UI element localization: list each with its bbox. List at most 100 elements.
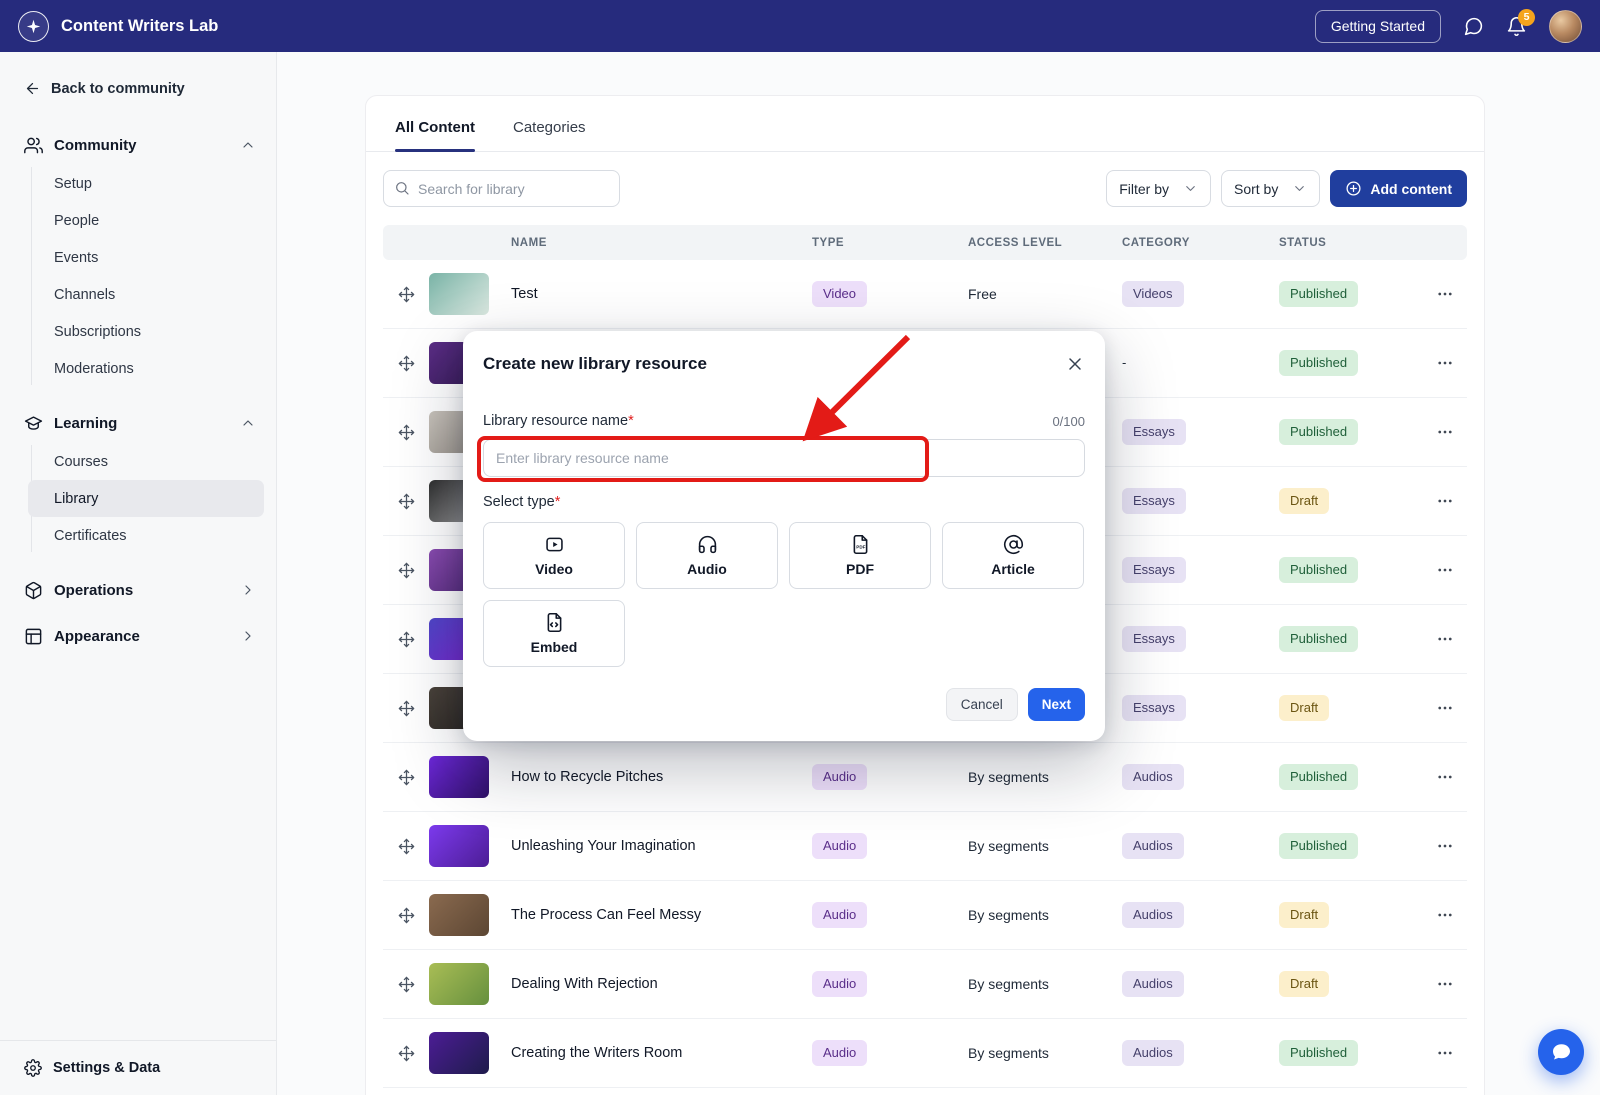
row-more-button[interactable] [1422,906,1467,924]
type-option-video[interactable]: Video [483,522,625,589]
move-icon [398,562,415,579]
sidebar-item-subscriptions[interactable]: Subscriptions [0,313,276,350]
drag-handle[interactable] [383,769,429,786]
more-horizontal-icon [1436,492,1454,510]
access-level: By segments [968,907,1122,923]
row-more-button[interactable] [1422,630,1467,648]
sidebar: Back to community Community Setup People… [0,52,277,1095]
row-name: How to Recycle Pitches [511,769,812,785]
drag-handle[interactable] [383,493,429,510]
more-horizontal-icon [1436,423,1454,441]
drag-handle[interactable] [383,700,429,717]
row-more-button[interactable] [1422,561,1467,579]
more-horizontal-icon [1436,1044,1454,1062]
row-thumbnail [429,1032,489,1074]
char-counter: 0/100 [1052,414,1085,429]
chevron-right-icon [240,582,256,598]
next-button[interactable]: Next [1028,688,1085,721]
svg-text:PDF: PDF [856,544,865,549]
type-options: Video Audio PDF PDF Article [483,522,1085,667]
chat-bubble-icon [1549,1040,1573,1064]
row-more-button[interactable] [1422,423,1467,441]
status-badge: Published [1279,281,1358,307]
drag-handle[interactable] [383,424,429,441]
row-more-button[interactable] [1422,1044,1467,1062]
chevron-down-icon [1183,181,1198,196]
sidebar-item-library[interactable]: Library [28,480,264,517]
category-badge: Essays [1122,557,1186,583]
status-badge: Draft [1279,971,1329,997]
row-more-button[interactable] [1422,768,1467,786]
row-more-button[interactable] [1422,354,1467,372]
type-option-article[interactable]: Article [942,522,1084,589]
drag-handle[interactable] [383,286,429,303]
user-avatar[interactable] [1549,10,1582,43]
learning-subitems: Courses Library Certificates [0,441,276,558]
messages-button[interactable] [1463,16,1484,37]
row-name: Unleashing Your Imagination [511,838,812,854]
getting-started-button[interactable]: Getting Started [1315,10,1441,43]
header-status: STATUS [1279,237,1422,249]
sidebar-section-appearance[interactable]: Appearance [0,618,276,654]
headphones-icon [697,534,718,555]
access-level: By segments [968,769,1122,785]
row-more-button[interactable] [1422,837,1467,855]
sidebar-item-courses[interactable]: Courses [0,443,276,480]
type-option-audio[interactable]: Audio [636,522,778,589]
row-more-button[interactable] [1422,699,1467,717]
tab-categories[interactable]: Categories [513,119,586,151]
sidebar-section-community[interactable]: Community [0,127,276,163]
sidebar-section-learning[interactable]: Learning [0,405,276,441]
notifications-button[interactable]: 5 [1506,16,1527,37]
type-option-pdf[interactable]: PDF PDF [789,522,931,589]
gear-icon [24,1059,42,1077]
sidebar-item-events[interactable]: Events [0,239,276,276]
type-badge: Audio [812,764,867,790]
row-more-button[interactable] [1422,492,1467,510]
back-to-community-link[interactable]: Back to community [0,80,276,97]
status-badge: Draft [1279,695,1329,721]
drag-handle[interactable] [383,355,429,372]
status-badge: Draft [1279,902,1329,928]
sidebar-section-operations[interactable]: Operations [0,572,276,608]
community-subitems: Setup People Events Channels Subscriptio… [0,163,276,391]
drag-handle[interactable] [383,1045,429,1062]
status-badge: Published [1279,557,1358,583]
sidebar-item-setup[interactable]: Setup [0,165,276,202]
add-content-button[interactable]: Add content [1330,170,1467,207]
sidebar-item-moderations[interactable]: Moderations [0,350,276,387]
drag-handle[interactable] [383,907,429,924]
search-input[interactable] [383,170,620,207]
row-more-button[interactable] [1422,285,1467,303]
video-icon [544,534,565,555]
cancel-button[interactable]: Cancel [946,688,1018,721]
type-option-embed[interactable]: Embed [483,600,625,667]
filter-by-select[interactable]: Filter by [1106,170,1211,207]
sidebar-item-channels[interactable]: Channels [0,276,276,313]
category-badge: - [1122,355,1126,371]
sidebar-item-people[interactable]: People [0,202,276,239]
settings-and-data-link[interactable]: Settings & Data [0,1040,276,1095]
modal-title: Create new library resource [483,354,707,374]
sidebar-item-certificates[interactable]: Certificates [0,517,276,554]
drag-handle[interactable] [383,976,429,993]
sort-by-select[interactable]: Sort by [1221,170,1320,207]
row-more-button[interactable] [1422,975,1467,993]
chat-launcher-button[interactable] [1538,1029,1584,1075]
at-sign-icon [1003,534,1024,555]
tab-all-content[interactable]: All Content [395,119,475,151]
status-badge: Published [1279,764,1358,790]
resource-name-input[interactable] [483,439,1085,477]
more-horizontal-icon [1436,561,1454,579]
drag-handle[interactable] [383,631,429,648]
more-horizontal-icon [1436,354,1454,372]
row-thumbnail [429,273,489,315]
move-icon [398,631,415,648]
drag-handle[interactable] [383,838,429,855]
close-icon[interactable] [1065,354,1085,374]
drag-handle[interactable] [383,562,429,579]
table-row: Test Video Free Videos Published [383,260,1467,329]
resource-name-label: Library resource name* [483,413,634,429]
more-horizontal-icon [1436,768,1454,786]
category-badge: Audios [1122,1040,1184,1066]
